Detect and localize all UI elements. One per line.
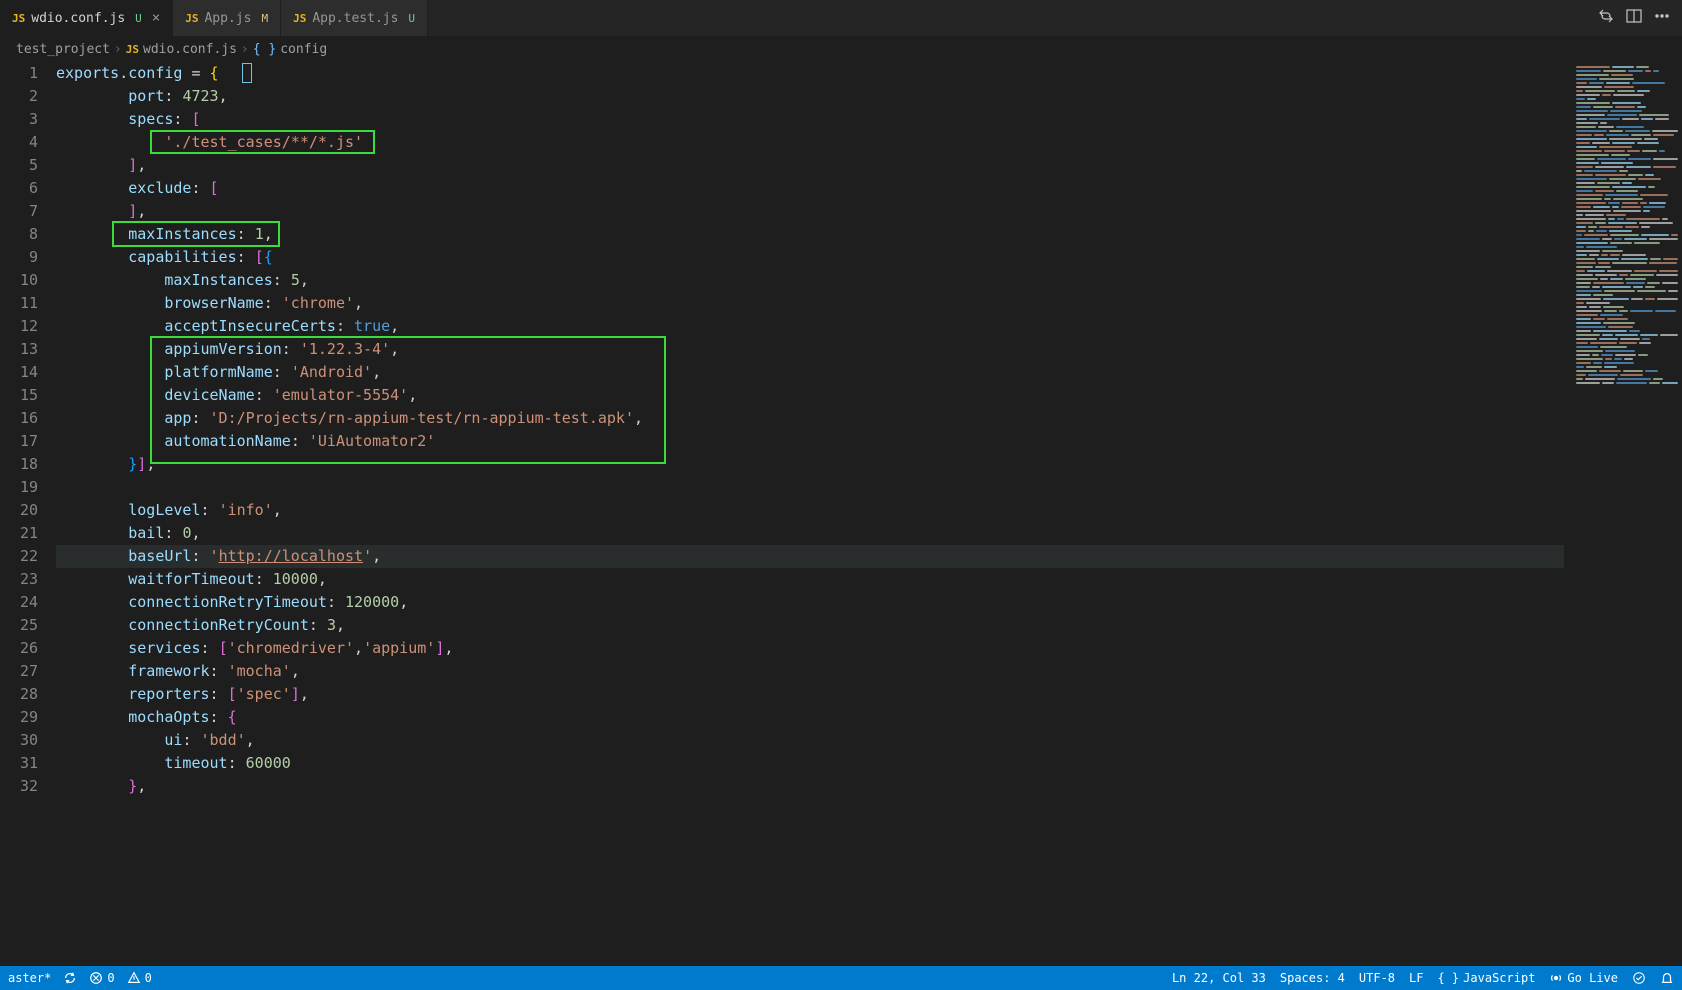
breadcrumb-file[interactable]: wdio.conf.js (143, 42, 237, 57)
tab-wdio-conf[interactable]: JS wdio.conf.js U × (0, 0, 173, 36)
prettier-icon[interactable] (1632, 971, 1646, 985)
js-icon: JS (126, 43, 139, 56)
line-numbers: 1234567891011121314151617181920212223242… (0, 62, 56, 966)
chevron-right-icon: › (241, 42, 249, 57)
tab-app-test-js[interactable]: JS App.test.js U (281, 0, 428, 36)
language-mode[interactable]: { } JavaScript (1437, 971, 1535, 985)
tab-status: U (408, 12, 415, 25)
split-editor-icon[interactable] (1626, 8, 1642, 28)
js-icon: JS (185, 12, 198, 25)
compare-icon[interactable] (1598, 8, 1614, 28)
more-icon[interactable] (1654, 8, 1670, 28)
cursor-position[interactable]: Ln 22, Col 33 (1172, 971, 1266, 985)
js-icon: JS (12, 12, 25, 25)
editor-area: 1234567891011121314151617181920212223242… (0, 62, 1682, 966)
close-icon[interactable]: × (152, 10, 160, 26)
tab-bar: JS wdio.conf.js U × JS App.js M JS App.t… (0, 0, 1682, 36)
indentation[interactable]: Spaces: 4 (1280, 971, 1345, 985)
chevron-right-icon: › (114, 42, 122, 57)
tab-status: M (261, 12, 268, 25)
tab-bar-actions (1598, 0, 1682, 36)
breadcrumb-symbol[interactable]: config (280, 42, 327, 57)
go-live[interactable]: Go Live (1549, 971, 1618, 985)
sync-icon[interactable] (63, 971, 77, 985)
errors-indicator[interactable]: 0 (89, 971, 114, 985)
encoding[interactable]: UTF-8 (1359, 971, 1395, 985)
warnings-indicator[interactable]: 0 (127, 971, 152, 985)
minimap[interactable] (1572, 62, 1682, 966)
eol[interactable]: LF (1409, 971, 1423, 985)
breadcrumb[interactable]: test_project › JS wdio.conf.js › { } con… (0, 36, 1682, 62)
code-content[interactable]: exports.config = { port: 4723, specs: [ … (56, 62, 1572, 966)
branch-indicator[interactable]: aster* (8, 971, 51, 985)
symbol-icon: { } (253, 42, 276, 57)
minimap-content (1576, 66, 1678, 386)
breadcrumb-project[interactable]: test_project (16, 42, 110, 57)
js-icon: JS (293, 12, 306, 25)
tab-label: App.test.js (312, 11, 398, 26)
tab-status: U (135, 12, 142, 25)
code-editor[interactable]: 1234567891011121314151617181920212223242… (0, 62, 1572, 966)
status-bar: aster* 0 0 Ln 22, Col 33 Spaces: 4 UTF-8… (0, 966, 1682, 990)
notifications-icon[interactable] (1660, 971, 1674, 985)
tab-label: App.js (204, 11, 251, 26)
tab-label: wdio.conf.js (31, 11, 125, 26)
tab-app-js[interactable]: JS App.js M (173, 0, 281, 36)
